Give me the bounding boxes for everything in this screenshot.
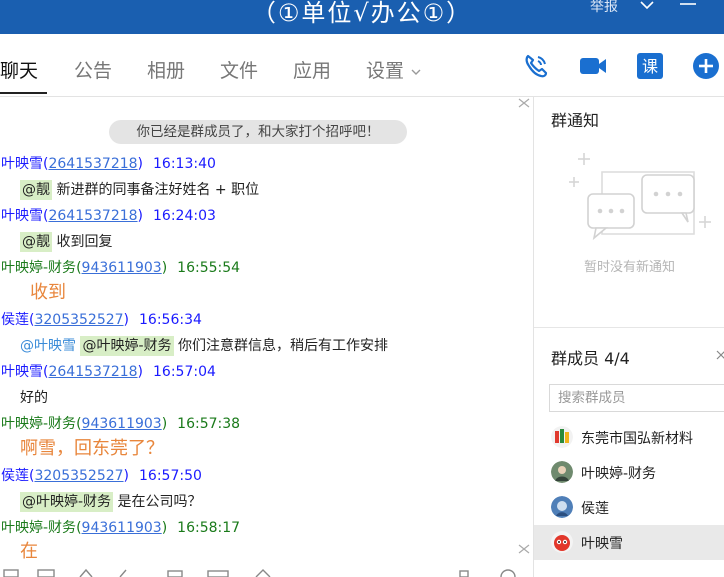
members-title: 群成员 4/4 <box>551 349 630 368</box>
message-body: @靓 新进群的同事备注好姓名 + 职位 <box>20 179 259 201</box>
message-text: 在 <box>20 541 38 562</box>
sender-qq[interactable]: 3205352527 <box>34 312 123 328</box>
message-time: 16:57:50 <box>139 468 202 484</box>
message-text: 收到回复 <box>52 234 113 250</box>
phone-icon[interactable] <box>521 51 551 81</box>
message-header: 叶映雪(2641537218) 16:24:03 <box>1 208 216 224</box>
avatar <box>551 426 573 448</box>
message-time: 16:13:40 <box>153 156 216 172</box>
notice-title: 群通知 <box>551 111 600 130</box>
message-text: 你们注意群信息，稍后有工作安排 <box>173 338 388 354</box>
message-body: 好的 <box>20 387 48 409</box>
notice-empty-text: 暂时没有新通知 <box>584 260 676 275</box>
tab-album[interactable]: 相册 <box>147 56 185 83</box>
mention-tag[interactable]: @叶映雪 <box>20 338 76 354</box>
mention-tag[interactable]: @靓 <box>20 180 52 200</box>
member-item[interactable]: 东莞市国弘新材料 <box>534 420 724 455</box>
member-search-input[interactable] <box>549 384 724 412</box>
panel-section-divider <box>534 327 724 328</box>
sender-name[interactable]: 侯莲 <box>1 312 29 328</box>
sender-name[interactable]: 叶映婷-财务 <box>1 416 76 432</box>
avatar <box>551 531 573 553</box>
message-text: 是在公司吗？ <box>113 494 202 510</box>
message-text: 好的 <box>20 390 48 406</box>
system-message: 你已经是群成员了，和大家打个招呼吧！ <box>109 120 407 144</box>
message-body: @叶映雪 @叶映婷-财务 你们注意群信息，稍后有工作安排 <box>20 335 388 357</box>
close-icon[interactable] <box>716 348 724 362</box>
message-header: 叶映婷-财务(943611903) 16:55:54 <box>1 260 241 276</box>
sender-qq[interactable]: 943611903 <box>82 260 162 276</box>
message-time: 16:58:17 <box>177 520 241 536</box>
sender-qq[interactable]: 943611903 <box>82 416 162 432</box>
message-body: 啊雪，回东莞了？ <box>20 438 164 460</box>
video-call-icon[interactable] <box>578 51 608 81</box>
tab-bar: 聊天 公告 相册 文件 应用 设置 课 <box>0 34 724 97</box>
message-header: 叶映婷-财务(943611903) 16:57:38 <box>1 416 241 432</box>
member-item[interactable]: 叶映婷-财务 <box>534 455 724 490</box>
message-time: 16:57:38 <box>177 416 241 432</box>
member-item[interactable]: 侯莲 <box>534 490 724 525</box>
message-text: 收到 <box>30 282 66 303</box>
class-icon[interactable]: 课 <box>635 51 665 81</box>
minimize-icon[interactable] <box>676 0 700 16</box>
chat-message-area[interactable]: 你已经是群成员了，和大家打个招呼吧！ 叶映雪(2641537218) 16:13:… <box>0 97 532 567</box>
tab-chat[interactable]: 聊天 <box>0 56 38 83</box>
member-name: 东莞市国弘新材料 <box>581 431 693 447</box>
sender-name[interactable]: 侯莲 <box>1 468 29 484</box>
tab-active-indicator <box>0 92 47 94</box>
sender-name[interactable]: 叶映婷-财务 <box>1 260 76 276</box>
close-icon[interactable] <box>517 544 531 554</box>
member-item[interactable]: 叶映雪 <box>534 525 724 560</box>
message-text: 新进群的同事备注好姓名 + 职位 <box>52 182 260 198</box>
sender-name[interactable]: 叶映雪 <box>1 156 43 172</box>
chevron-down-icon[interactable] <box>636 0 658 16</box>
sender-qq[interactable]: 943611903 <box>82 520 162 536</box>
tab-apps[interactable]: 应用 <box>293 56 331 83</box>
sender-qq[interactable]: 2641537218 <box>48 208 137 224</box>
add-icon[interactable] <box>691 51 721 81</box>
message-header: 侯莲(3205352527) 16:57:50 <box>1 468 202 484</box>
sender-name[interactable]: 叶映婷-财务 <box>1 520 76 536</box>
input-toolbar <box>3 568 516 577</box>
sender-qq[interactable]: 3205352527 <box>34 468 123 484</box>
avatar <box>551 496 573 518</box>
empty-notice-illustration <box>569 153 711 241</box>
message-header: 叶映雪(2641537218) 16:57:04 <box>1 364 216 380</box>
title-bar: （①单位√办公①） 举报 <box>0 0 724 34</box>
tab-settings[interactable]: 设置 <box>366 56 422 83</box>
member-name: 侯莲 <box>581 501 609 517</box>
tab-settings-label: 设置 <box>366 60 405 82</box>
message-header: 叶映雪(2641537218) 16:13:40 <box>1 156 216 172</box>
sender-name[interactable]: 叶映雪 <box>1 208 43 224</box>
avatar <box>551 461 573 483</box>
message-header: 侯莲(3205352527) 16:56:34 <box>1 312 202 328</box>
sender-name[interactable]: 叶映雪 <box>1 364 43 380</box>
message-text: 啊雪，回东莞了？ <box>20 438 164 459</box>
message-body: 收到 <box>30 282 66 304</box>
class-icon-label: 课 <box>642 57 658 76</box>
message-time: 16:55:54 <box>177 260 241 276</box>
report-button[interactable]: 举报 <box>590 0 618 16</box>
message-body: @叶映婷-财务 是在公司吗？ <box>20 491 202 513</box>
message-time: 16:57:04 <box>153 364 216 380</box>
chevron-down-icon <box>411 69 421 75</box>
member-name: 叶映雪 <box>581 536 623 552</box>
sender-qq[interactable]: 2641537218 <box>48 364 137 380</box>
message-header: 叶映婷-财务(943611903) 16:58:17 <box>1 520 241 536</box>
tab-announcements[interactable]: 公告 <box>74 56 112 83</box>
tab-files[interactable]: 文件 <box>220 56 258 83</box>
close-icon[interactable] <box>517 98 531 108</box>
mention-tag[interactable]: @叶映婷-财务 <box>20 492 114 512</box>
message-body: 在 <box>20 541 38 563</box>
mention-tag[interactable]: @叶映婷-财务 <box>80 336 174 356</box>
message-body: @靓 收到回复 <box>20 231 112 253</box>
sender-qq[interactable]: 2641537218 <box>48 156 137 172</box>
message-time: 16:56:34 <box>139 312 202 328</box>
member-name: 叶映婷-财务 <box>581 466 657 482</box>
mention-tag[interactable]: @靓 <box>20 232 52 252</box>
message-time: 16:24:03 <box>153 208 216 224</box>
